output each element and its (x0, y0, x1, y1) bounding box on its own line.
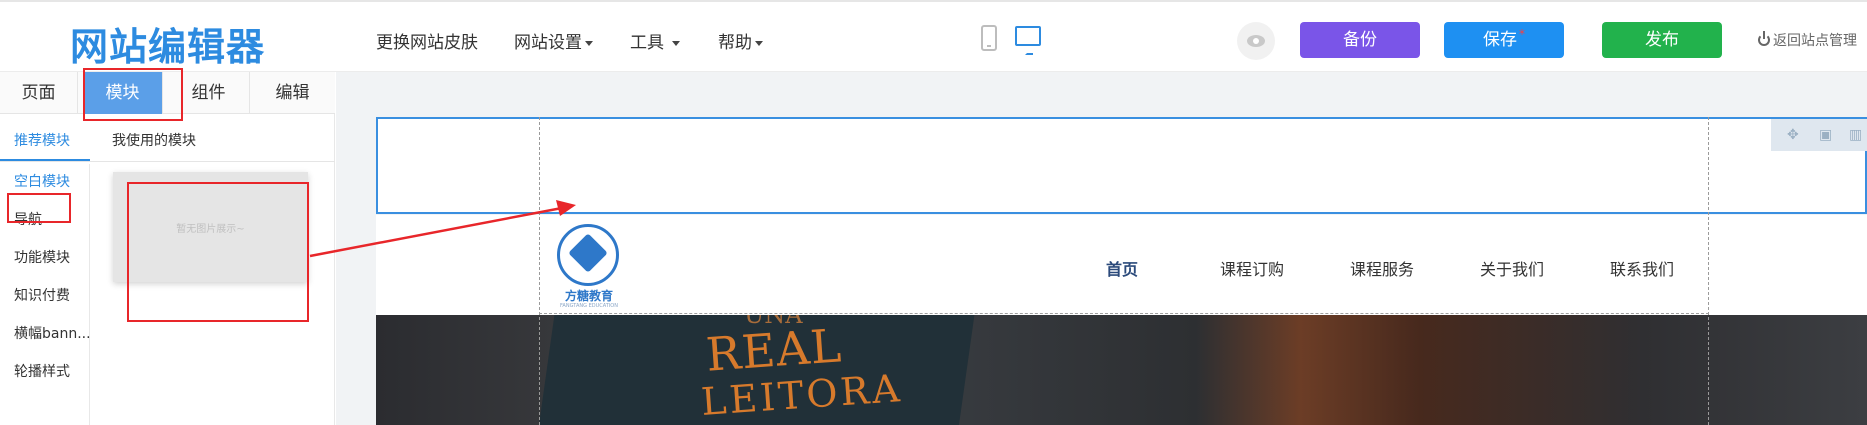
category-function-module[interactable]: 功能模块 (14, 247, 70, 267)
module-subtabs: 推荐模块 我使用的模块 (0, 116, 335, 162)
menu-site-settings[interactable]: 网站设置 (514, 28, 593, 53)
site-nav-about[interactable]: 关于我们 (1480, 256, 1544, 280)
site-logo-icon[interactable] (557, 224, 619, 286)
category-knowledge-payment[interactable]: 知识付费 (14, 285, 70, 305)
site-banner[interactable]: UNA REAL LEITORA (376, 315, 1867, 425)
move-icon[interactable]: ✥ (1787, 127, 1799, 143)
site-logo-name: 方糖教育 (564, 289, 613, 303)
preview-button[interactable] (1237, 22, 1275, 60)
caret-down-icon (755, 40, 763, 46)
save-icon[interactable]: ▣ (1819, 127, 1832, 143)
caret-down-icon (585, 40, 593, 46)
backup-button[interactable]: 备份 (1300, 22, 1420, 58)
module-thumbnail[interactable]: 暂无图片展示~ (113, 172, 308, 282)
subtab-recommended[interactable]: 推荐模块 (14, 130, 70, 150)
tab-components[interactable]: 组件 (168, 72, 250, 114)
active-subtab-underline (0, 159, 90, 161)
top-bar: 网站编辑器 更换网站皮肤 网站设置 工具 帮助 备份 保存 * 发布 返回站点管理 (0, 0, 1867, 72)
thumbnail-placeholder-text: 暂无图片展示~ (176, 224, 245, 235)
panel-tabs: 页面 模块 组件 编辑 (0, 72, 335, 114)
save-button[interactable]: 保存 * (1444, 22, 1564, 58)
back-to-site-management-link[interactable]: 返回站点管理 (1758, 30, 1857, 50)
site-nav-home[interactable]: 首页 (1106, 256, 1138, 280)
left-panel: 页面 模块 组件 编辑 推荐模块 我使用的模块 空白模块 导航 功能模块 知识付… (0, 72, 335, 425)
caret-down-icon (672, 40, 680, 46)
module-toolbar: ✥ ▣ ▥ (1771, 119, 1867, 151)
site-logo-subtitle: FANGTANG EDUCATION (560, 303, 618, 309)
power-icon (1758, 31, 1770, 46)
site-nav-contact[interactable]: 联系我们 (1610, 256, 1674, 280)
content-guide-left (539, 117, 540, 425)
editor-logo: 网站编辑器 (70, 25, 266, 69)
phone-icon[interactable] (981, 25, 997, 51)
tab-pages[interactable]: 页面 (0, 72, 78, 114)
category-blank-module[interactable]: 空白模块 (14, 171, 70, 191)
subtab-my-modules[interactable]: 我使用的模块 (112, 130, 196, 150)
publish-button[interactable]: 发布 (1602, 22, 1722, 58)
desktop-icon[interactable] (1015, 26, 1041, 55)
content-guide-right (1708, 117, 1709, 425)
menu-tools[interactable]: 工具 (630, 28, 680, 53)
content-guide-horizontal (539, 313, 1709, 314)
site-nav-course-service[interactable]: 课程服务 (1350, 256, 1414, 280)
eye-icon (1247, 35, 1265, 47)
category-navigation[interactable]: 导航 (14, 209, 42, 229)
trash-icon[interactable]: ▥ (1849, 127, 1862, 143)
tab-modules[interactable]: 模块 (83, 72, 163, 114)
menu-help[interactable]: 帮助 (718, 28, 763, 53)
category-banner[interactable]: 横幅bann... (14, 323, 91, 343)
tab-edit[interactable]: 编辑 (250, 72, 335, 114)
blank-module-block[interactable] (376, 117, 1867, 214)
site-nav-course-order[interactable]: 课程订购 (1220, 256, 1284, 280)
menu-change-skin[interactable]: 更换网站皮肤 (376, 28, 478, 53)
category-carousel[interactable]: 轮播样式 (14, 361, 70, 381)
unsaved-indicator: * (1519, 27, 1525, 41)
category-list: 空白模块 导航 功能模块 知识付费 横幅bann... 轮播样式 (0, 164, 91, 425)
